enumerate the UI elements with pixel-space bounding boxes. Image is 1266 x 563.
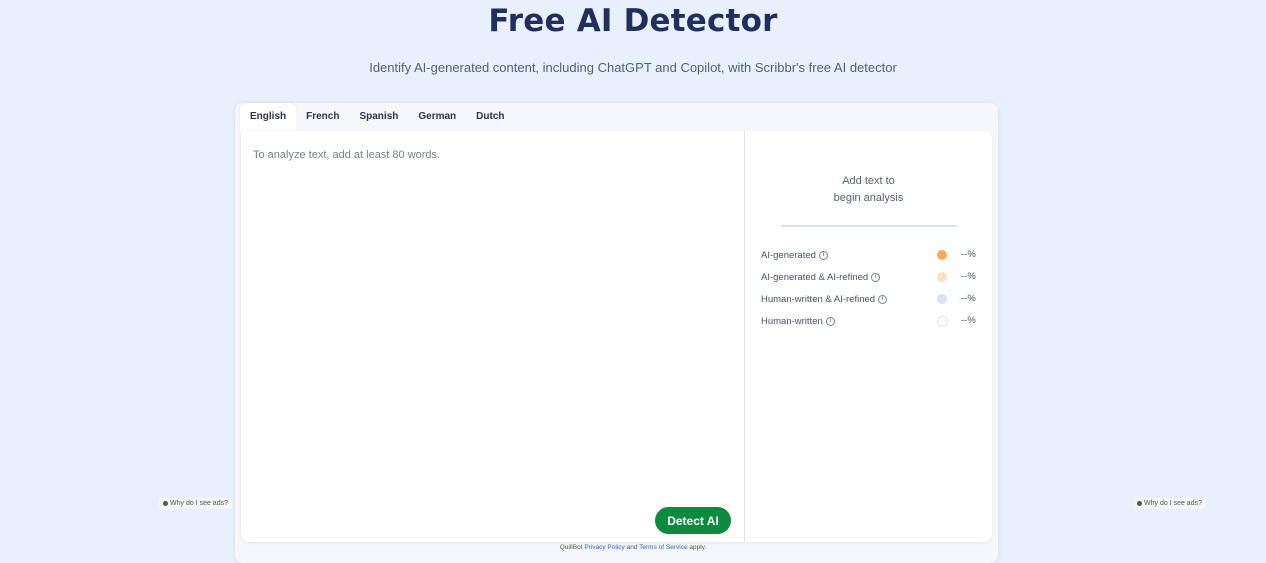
legend-dot-ai-generated-ai-refined <box>937 272 947 282</box>
info-icon[interactable]: i <box>825 316 835 326</box>
tab-spanish[interactable]: Spanish <box>349 103 408 131</box>
page-subtitle: Identify AI-generated content, including… <box>369 60 897 75</box>
page-title: Free AI Detector <box>488 3 778 39</box>
text-input[interactable] <box>251 147 735 491</box>
language-tabs: English French Spanish German Dutch <box>240 103 515 131</box>
info-icon[interactable]: i <box>871 272 881 282</box>
detector-panel: Detect AI Add text to begin analysis AI-… <box>241 131 992 542</box>
info-icon[interactable]: i <box>878 294 888 304</box>
tab-english[interactable]: English <box>240 103 297 131</box>
results-legend: AI-generated i --% AI-generated & AI-ref… <box>761 244 977 332</box>
footer-legal: QuillBot Privacy Policy and Terms of Ser… <box>559 544 707 551</box>
ad-info-right[interactable]: Why do I see ads? <box>1133 498 1206 509</box>
info-icon <box>163 500 168 506</box>
legend-dot-ai-generated <box>937 250 947 260</box>
results-divider <box>781 225 957 227</box>
info-icon <box>1137 500 1142 506</box>
legend-dot-human-written <box>937 316 948 327</box>
tab-french[interactable]: French <box>296 103 349 131</box>
detect-ai-button[interactable]: Detect AI <box>655 507 731 534</box>
detector-card: English French Spanish German Dutch Dete… <box>235 103 998 563</box>
results-placeholder: Add text to begin analysis <box>833 175 904 204</box>
privacy-policy-link[interactable]: Privacy Policy <box>584 544 624 551</box>
info-icon[interactable]: i <box>818 250 828 260</box>
legend-dot-human-written-ai-refined <box>937 294 947 304</box>
tab-german[interactable]: German <box>408 103 466 131</box>
results-pane: Add text to begin analysis AI-generated … <box>745 131 992 542</box>
legend-ai-generated: AI-generated i --% <box>761 249 976 261</box>
legend-human-written: Human-written i --% <box>761 315 976 327</box>
tab-dutch[interactable]: Dutch <box>466 103 514 131</box>
ad-info-left[interactable]: Why do I see ads? <box>159 498 232 509</box>
legend-human-written-ai-refined: Human-written & AI-refined i --% <box>761 293 976 305</box>
editor-pane: Detect AI <box>241 131 745 542</box>
legend-ai-generated-ai-refined: AI-generated & AI-refined i --% <box>761 271 976 283</box>
terms-of-service-link[interactable]: Terms of Service <box>639 544 687 551</box>
